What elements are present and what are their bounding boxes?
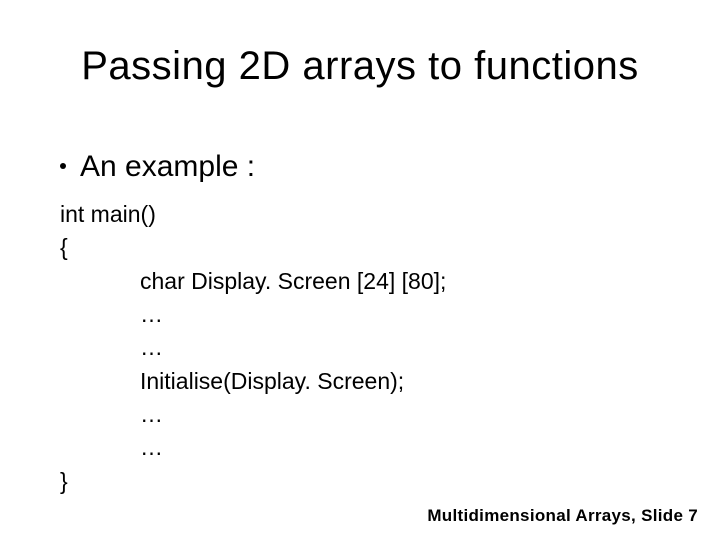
code-line: …: [60, 331, 446, 364]
code-line: Initialise(Display. Screen);: [60, 365, 446, 398]
code-line: …: [60, 398, 446, 431]
subhead-line: An example :: [60, 150, 255, 184]
code-line: …: [60, 298, 446, 331]
code-line: int main(): [60, 198, 446, 231]
slide-title: Passing 2D arrays to functions: [0, 44, 720, 89]
subhead-text: An example :: [80, 150, 255, 183]
code-line: {: [60, 231, 446, 264]
code-line: char Display. Screen [24] [80];: [60, 265, 446, 298]
slide: Passing 2D arrays to functions An exampl…: [0, 0, 720, 540]
slide-footer: Multidimensional Arrays, Slide 7: [427, 506, 698, 526]
code-line: }: [60, 465, 446, 498]
bullet-icon: [60, 163, 66, 169]
code-block: int main() { char Display. Screen [24] […: [60, 198, 446, 498]
code-line: …: [60, 431, 446, 464]
